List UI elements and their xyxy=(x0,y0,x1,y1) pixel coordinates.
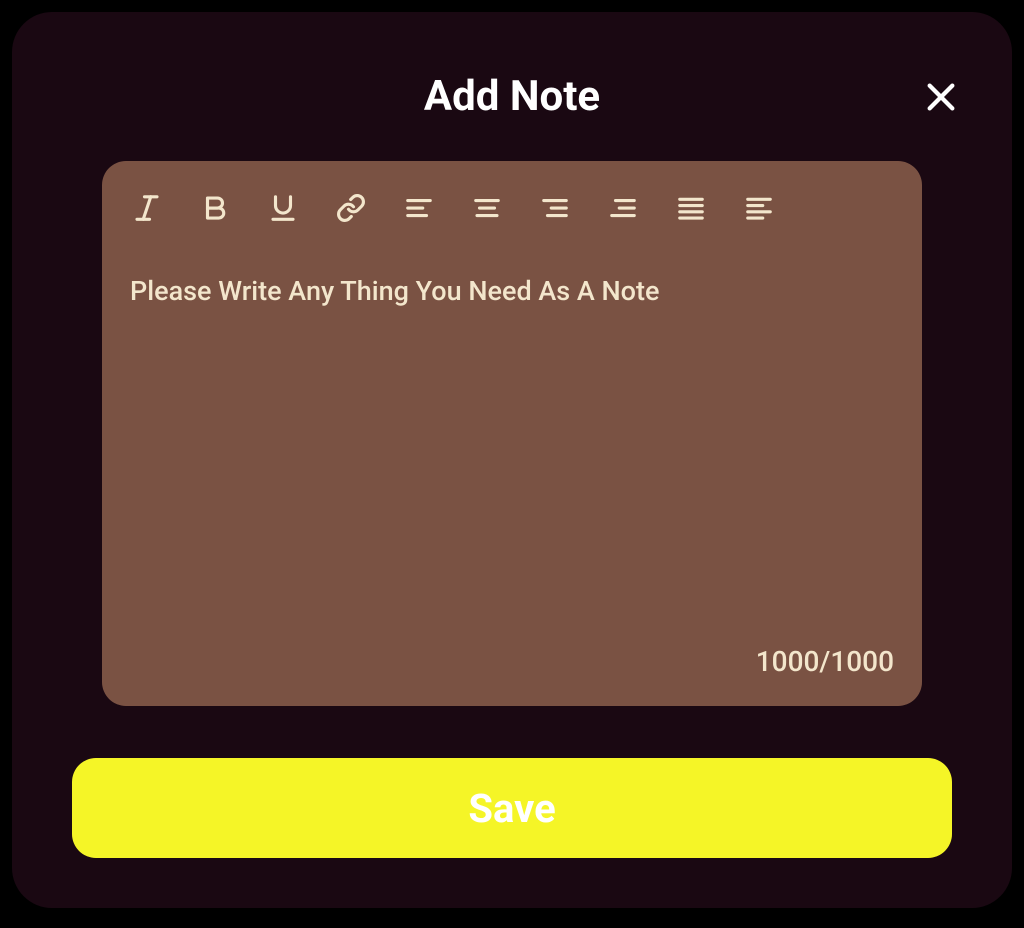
align-right-button[interactable] xyxy=(538,191,572,225)
link-icon xyxy=(336,193,366,223)
link-button[interactable] xyxy=(334,191,368,225)
italic-button[interactable] xyxy=(130,191,164,225)
add-note-modal: Add Note xyxy=(12,12,1012,908)
align-center-icon xyxy=(472,193,502,223)
align-justify-icon xyxy=(676,193,706,223)
note-input[interactable] xyxy=(130,275,894,645)
toolbar xyxy=(130,191,894,225)
bold-button[interactable] xyxy=(198,191,232,225)
align-justify-button[interactable] xyxy=(674,191,708,225)
align-right-icon xyxy=(540,193,570,223)
close-button[interactable] xyxy=(920,76,962,118)
italic-icon xyxy=(132,193,162,223)
modal-title: Add Note xyxy=(62,72,962,121)
save-button[interactable]: Save xyxy=(72,758,952,858)
char-counter: 1000/1000 xyxy=(130,645,894,678)
align-left-icon xyxy=(404,193,434,223)
align-justify-right-icon xyxy=(608,193,638,223)
align-left-alt-button[interactable] xyxy=(742,191,776,225)
editor-container: 1000/1000 xyxy=(102,161,922,706)
align-justify-right-button[interactable] xyxy=(606,191,640,225)
align-left-alt-icon xyxy=(744,193,774,223)
align-left-button[interactable] xyxy=(402,191,436,225)
underline-button[interactable] xyxy=(266,191,300,225)
align-center-button[interactable] xyxy=(470,191,504,225)
close-icon xyxy=(924,80,958,114)
modal-header: Add Note xyxy=(62,72,962,121)
bold-icon xyxy=(200,193,230,223)
underline-icon xyxy=(268,193,298,223)
